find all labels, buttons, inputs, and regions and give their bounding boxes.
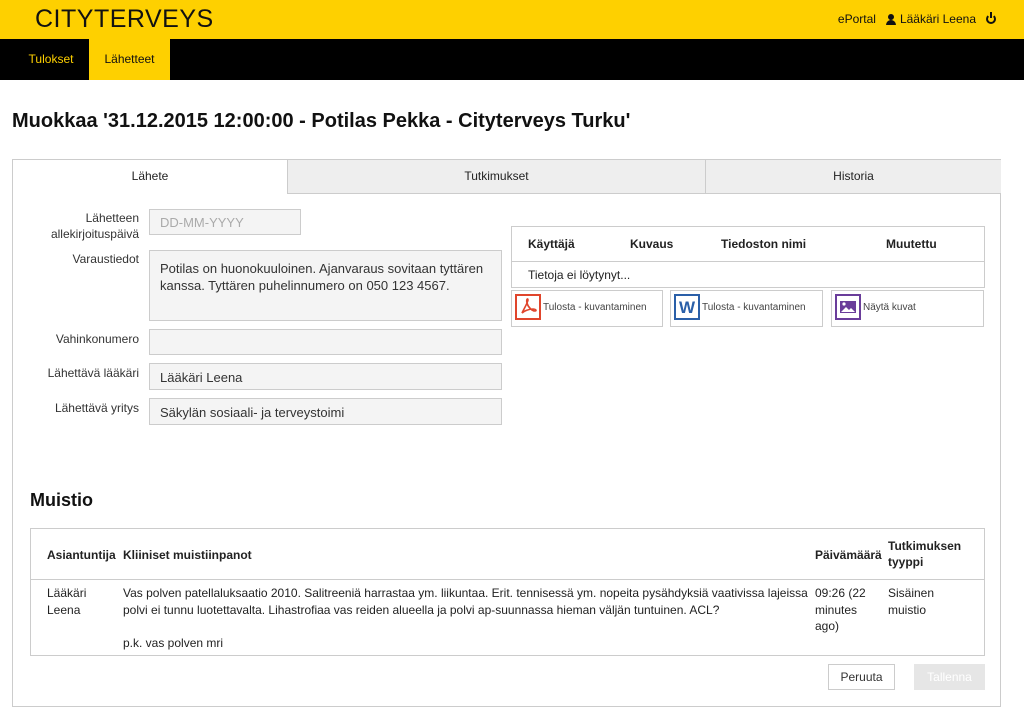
divider bbox=[512, 261, 984, 262]
column-modified[interactable]: Muutettu bbox=[886, 237, 937, 251]
logo[interactable]: CITYTERVEYS bbox=[35, 5, 214, 34]
print-word-button[interactable]: W Tulosta - kuvantaminen bbox=[670, 290, 823, 327]
nav-tab-results[interactable]: Tulokset bbox=[15, 39, 87, 80]
booking-info-textarea[interactable]: Potilas on huonokuuloinen. Ajanvaraus so… bbox=[149, 250, 502, 321]
top-bar: CITYTERVEYS ePortal Lääkäri Leena bbox=[0, 0, 1024, 39]
image-icon bbox=[835, 294, 861, 320]
column-exam-type[interactable]: Tutkimuksen tyyppi bbox=[888, 538, 961, 570]
notes-title: Muistio bbox=[30, 490, 93, 510]
edit-panel: Lähete Tutkimukset Historia Lähetteen al… bbox=[12, 159, 1001, 707]
notes-table: Asiantuntija Kliiniset muistiinpanot Päi… bbox=[30, 528, 985, 656]
booking-info-label: Varaustiedot bbox=[72, 252, 140, 266]
damage-number-input[interactable] bbox=[149, 329, 502, 355]
page-title: Muokkaa '31.12.2015 12:00:00 - Potilas P… bbox=[12, 110, 631, 132]
tab-referral[interactable]: Lähete bbox=[13, 160, 288, 194]
attachments-table: Käyttäjä Kuvaus Tiedoston nimi Muutettu … bbox=[511, 226, 985, 288]
print-pdf-label: Tulosta - kuvantaminen bbox=[543, 302, 647, 313]
save-button[interactable]: Tallenna bbox=[914, 664, 985, 690]
tab-history[interactable]: Historia bbox=[706, 160, 1001, 194]
svg-text:W: W bbox=[679, 298, 696, 317]
column-filename[interactable]: Tiedoston nimi bbox=[721, 237, 806, 251]
column-expert[interactable]: Asiantuntija bbox=[47, 547, 116, 563]
signature-date-label: Lähetteen allekirjoituspäivä bbox=[50, 211, 139, 241]
eportal-link[interactable]: ePortal bbox=[838, 12, 876, 26]
word-icon: W bbox=[674, 294, 700, 320]
pdf-icon bbox=[515, 294, 541, 320]
show-images-label: Näytä kuvat bbox=[863, 302, 916, 313]
note-clinical-text: Vas polven patellaluksaatio 2010. Salitr… bbox=[123, 586, 808, 650]
main-nav: Tulokset Lähetteet bbox=[0, 39, 1024, 80]
column-date[interactable]: Päivämäärä bbox=[815, 547, 882, 563]
nav-tab-referrals[interactable]: Lähetteet bbox=[89, 39, 170, 80]
column-clinical-notes[interactable]: Kliiniset muistiinpanot bbox=[123, 547, 252, 563]
cancel-button[interactable]: Peruuta bbox=[828, 664, 895, 690]
print-pdf-button[interactable]: Tulosta - kuvantaminen bbox=[511, 290, 663, 327]
tab-examinations[interactable]: Tutkimukset bbox=[288, 160, 706, 194]
user-icon bbox=[885, 13, 896, 25]
referring-doctor-input[interactable]: Lääkäri Leena bbox=[149, 363, 502, 390]
print-word-label: Tulosta - kuvantaminen bbox=[702, 302, 806, 313]
note-expert: Lääkäri Leena bbox=[47, 586, 87, 617]
damage-number-label: Vahinkonumero bbox=[55, 332, 139, 346]
logout-icon[interactable] bbox=[986, 12, 996, 24]
note-type: Sisäinen muistio bbox=[888, 586, 935, 617]
show-images-button[interactable]: Näytä kuvat bbox=[831, 290, 984, 327]
divider bbox=[31, 579, 984, 580]
referring-company-input[interactable]: Säkylän sosiaali- ja terveystoimi bbox=[149, 398, 502, 425]
empty-message: Tietoja ei löytynyt... bbox=[528, 268, 631, 282]
referring-company-label: Lähettävä yritys bbox=[54, 401, 139, 415]
user-name[interactable]: Lääkäri Leena bbox=[900, 12, 976, 26]
column-description[interactable]: Kuvaus bbox=[630, 237, 673, 251]
column-user[interactable]: Käyttäjä bbox=[528, 237, 575, 251]
top-right-menu: ePortal Lääkäri Leena bbox=[838, 12, 996, 26]
signature-date-input[interactable]: DD-MM-YYYY bbox=[149, 209, 301, 235]
note-date: 09:26 (22 minutes ago) bbox=[815, 586, 866, 633]
referring-doctor-label: Lähettävä lääkäri bbox=[47, 366, 139, 380]
